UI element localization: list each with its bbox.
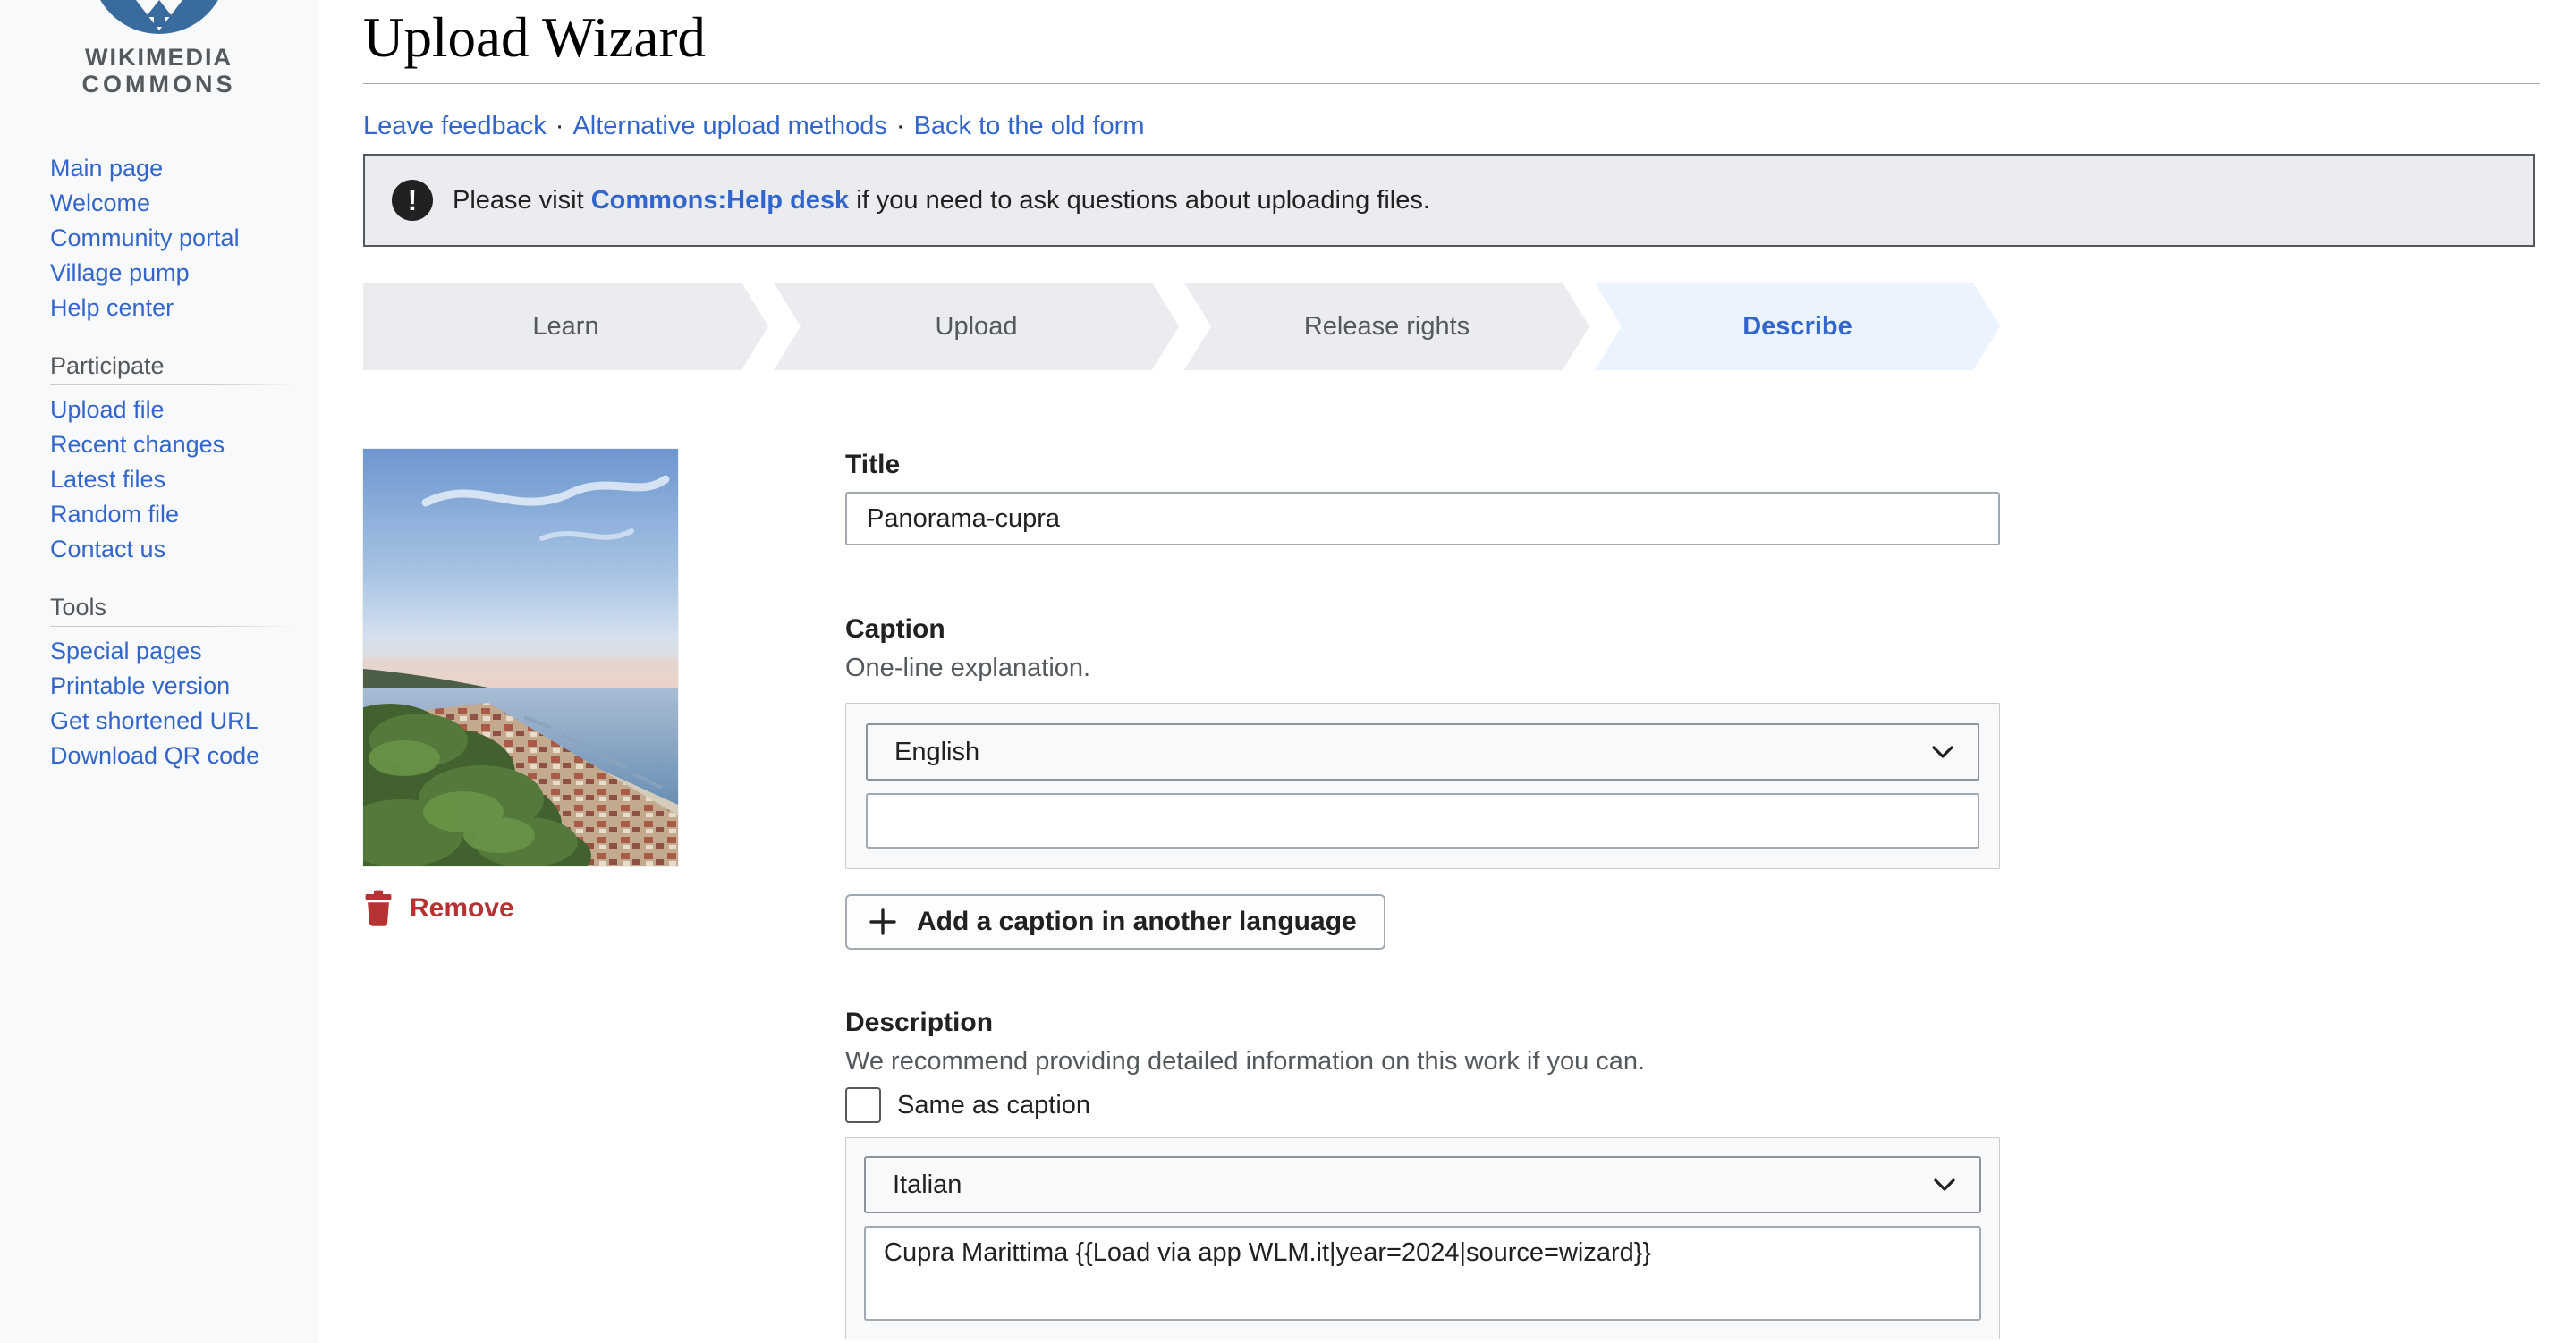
- plus-icon: [869, 908, 897, 936]
- sidebar-section-tools: Tools Special pagesPrintable versionGet s…: [0, 594, 318, 773]
- description-language-value: Italian: [893, 1170, 962, 1200]
- sidebar-link-help-center[interactable]: Help center: [0, 291, 318, 325]
- progress-steps: LearnUploadRelease rightsDescribe: [363, 283, 2000, 370]
- step-describe[interactable]: Describe: [1595, 283, 2000, 370]
- add-caption-label: Add a caption in another language: [917, 907, 1357, 937]
- sidebar: WIKIMEDIA COMMONS Main pageWelcomeCommun…: [0, 0, 318, 1343]
- notice-text-before: Please visit: [453, 186, 591, 215]
- upload-wizard-page: WIKIMEDIA COMMONS Main pageWelcomeCommun…: [0, 0, 2576, 1343]
- sidebar-link-get-shortened-url[interactable]: Get shortened URL: [0, 704, 318, 739]
- sidebar-nav-main: Main pageWelcomeCommunity portalVillage …: [0, 151, 318, 325]
- caption-label: Caption: [845, 613, 2000, 646]
- sidebar-section-participate: Participate Upload fileRecent changesLate…: [0, 352, 318, 567]
- commons-logo-icon: [0, 0, 318, 36]
- caption-input[interactable]: [866, 793, 1979, 849]
- logo-wordmark: WIKIMEDIA COMMONS: [0, 44, 318, 97]
- sidebar-link-upload-file[interactable]: Upload file: [0, 393, 318, 427]
- wikimedia-commons-logo[interactable]: WIKIMEDIA COMMONS: [0, 0, 318, 97]
- logo-wordmark-line1: WIKIMEDIA: [0, 44, 318, 71]
- separator-dot: ·: [896, 112, 905, 140]
- title-input[interactable]: [845, 492, 2000, 545]
- page-title: Upload Wizard: [363, 0, 2540, 84]
- step-release-rights[interactable]: Release rights: [1184, 283, 1589, 370]
- trash-icon: [363, 890, 394, 927]
- sidebar-link-random-file[interactable]: Random file: [0, 497, 318, 532]
- notice-text-after: if you need to ask questions about uploa…: [849, 186, 1430, 215]
- header-link-back-to-the-old-form[interactable]: Back to the old form: [914, 112, 1145, 140]
- sidebar-link-community-portal[interactable]: Community portal: [0, 221, 318, 256]
- sidebar-link-recent-changes[interactable]: Recent changes: [0, 427, 318, 462]
- sidebar-link-download-qr-code[interactable]: Download QR code: [0, 739, 318, 773]
- caption-panel: English: [845, 703, 2000, 869]
- uploaded-image-thumbnail: [363, 449, 678, 866]
- sidebar-link-printable-version[interactable]: Printable version: [0, 669, 318, 704]
- sidebar-link-latest-files[interactable]: Latest files: [0, 462, 318, 497]
- alert-icon: !: [392, 180, 433, 221]
- header-links: Leave feedback · Alternative upload method…: [363, 111, 2540, 141]
- help-notice: ! Please visit Commons:Help desk if you …: [363, 154, 2535, 247]
- header-link-leave-feedback[interactable]: Leave feedback: [363, 112, 547, 140]
- remove-label: Remove: [410, 893, 514, 924]
- caption-hint: One-line explanation.: [845, 653, 2000, 683]
- title-label: Title: [845, 449, 2000, 481]
- separator-dot: ·: [555, 112, 564, 140]
- main-content: Upload Wizard Leave feedback · Alternative…: [363, 0, 2540, 1339]
- sidebar-sections: Participate Upload fileRecent changesLate…: [0, 352, 318, 773]
- sidebar-section-divider: [50, 384, 296, 385]
- sidebar-link-contact-us[interactable]: Contact us: [0, 532, 318, 567]
- sidebar-link-main-page[interactable]: Main page: [0, 151, 318, 186]
- step-upload[interactable]: Upload: [774, 283, 1179, 370]
- sidebar-link-village-pump[interactable]: Village pump: [0, 256, 318, 291]
- description-language-select[interactable]: Italian: [864, 1156, 1981, 1213]
- chevron-down-icon: [1931, 745, 1954, 759]
- sidebar-section-divider: [50, 626, 296, 627]
- add-caption-button[interactable]: Add a caption in another language: [845, 894, 1385, 950]
- caption-language-select[interactable]: English: [866, 723, 1979, 781]
- remove-file-button[interactable]: Remove: [363, 890, 678, 927]
- file-preview-column: Remove: [363, 449, 678, 1339]
- sidebar-section-title: Tools: [0, 594, 318, 621]
- caption-language-value: English: [894, 738, 979, 767]
- help-notice-text: Please visit Commons:Help desk if you ne…: [453, 186, 1430, 215]
- same-as-caption-row: Same as caption: [845, 1087, 2000, 1123]
- describe-form: Remove Title Caption One-line explanatio…: [363, 449, 2540, 1339]
- sidebar-section-links: Upload fileRecent changesLatest filesRan…: [0, 393, 318, 567]
- description-hint: We recommend providing detailed informat…: [845, 1046, 2000, 1077]
- sidebar-link-special-pages[interactable]: Special pages: [0, 634, 318, 669]
- same-as-caption-checkbox[interactable]: [845, 1087, 881, 1123]
- sidebar-section-links: Special pagesPrintable versionGet shorte…: [0, 634, 318, 773]
- file-details-column: Title Caption One-line explanation. Engl…: [845, 449, 2000, 1339]
- alert-icon-glyph: !: [408, 184, 418, 217]
- logo-wordmark-line2: COMMONS: [0, 71, 318, 97]
- same-as-caption-label: Same as caption: [897, 1091, 1090, 1120]
- description-textarea[interactable]: Cupra Marittima {{Load via app WLM.it|ye…: [864, 1226, 1981, 1321]
- description-label: Description: [845, 1007, 2000, 1039]
- step-learn[interactable]: Learn: [363, 283, 768, 370]
- header-link-alternative-upload-methods[interactable]: Alternative upload methods: [572, 112, 886, 140]
- help-desk-link[interactable]: Commons:Help desk: [591, 186, 849, 215]
- sidebar-link-welcome[interactable]: Welcome: [0, 186, 318, 221]
- sidebar-section-title: Participate: [0, 352, 318, 379]
- description-panel: Italian Cupra Marittima {{Load via app W…: [845, 1137, 2000, 1339]
- chevron-down-icon: [1933, 1178, 1956, 1192]
